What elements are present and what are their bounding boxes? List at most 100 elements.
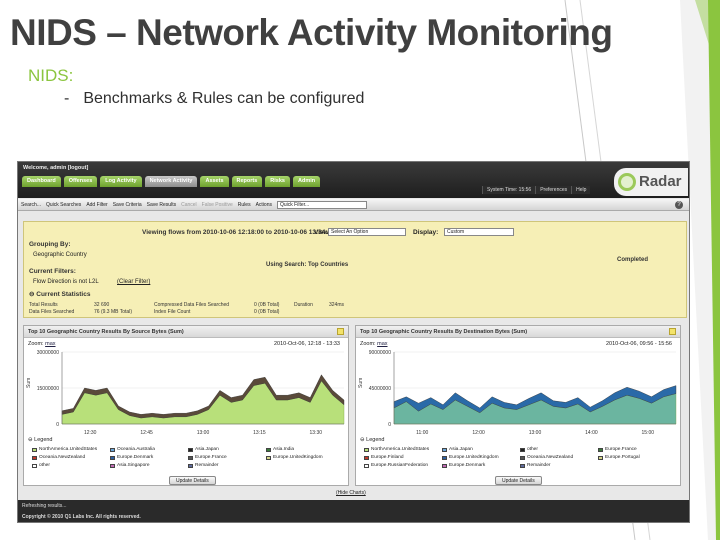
total-results-value: 32 690 (94, 302, 110, 308)
status-text: Refreshing results... (22, 503, 67, 509)
legend-label: Oceania.NewZealand (527, 455, 574, 460)
legend-label: Asia.Japan (449, 447, 473, 452)
status-completed: Completed (617, 257, 649, 263)
zoom-control: Zoom: max (28, 341, 56, 347)
y-tick-label: 30000000 (37, 350, 59, 356)
actions-menu[interactable]: Actions (256, 202, 272, 208)
logo-text: Radar (639, 173, 682, 190)
y-tick-label: 0 (388, 422, 391, 428)
display-select[interactable]: Custom (444, 228, 514, 236)
zoom-link[interactable]: max (45, 341, 55, 347)
tab-admin[interactable]: Admin (292, 176, 321, 187)
welcome-text[interactable]: Welcome, admin [logout] (23, 165, 88, 171)
status-bar: Refreshing results... Copyright © 2010 Q… (18, 500, 689, 522)
y-tick-label: 15000000 (37, 386, 59, 392)
legend-label: NorthAmerica.UnitedStates (371, 447, 430, 452)
tab-assets[interactable]: Assets (200, 176, 229, 187)
legend-item: Europe.UnitedKingdom (442, 455, 499, 460)
chart-time-range: 2010-Oct-06, 12:18 - 13:33 (273, 341, 340, 347)
legend-label: Asia.Japan (195, 447, 219, 452)
legend-label: Asia.India (273, 447, 295, 452)
legend-label: Europe.Denmark (449, 463, 486, 468)
legend-swatch (364, 447, 369, 452)
legend-item: Europe.Finland (364, 455, 404, 460)
rules-menu[interactable]: Rules (238, 202, 251, 208)
save-results-button[interactable]: Save Results (147, 202, 176, 208)
x-tick-label: 12:30 (84, 430, 97, 436)
legend-swatch (110, 463, 115, 468)
compressed-value: 0 (0B Total) (254, 302, 280, 308)
slide: NIDS – Network Activity Monitoring NIDS:… (0, 0, 720, 540)
update-details-button[interactable]: Update Details (169, 476, 216, 485)
legend-item: Asia.Japan (188, 447, 219, 452)
qradar-screenshot: Welcome, admin [logout] Dashboard Offens… (17, 161, 690, 523)
false-positive-button[interactable]: False Positive (202, 202, 233, 208)
zoom-link[interactable]: max (377, 341, 387, 347)
chart-toggle-box[interactable] (337, 328, 344, 335)
cancel-button[interactable]: Cancel (181, 202, 197, 208)
legend-title: ⊖ Legend (360, 437, 385, 443)
tab-reports[interactable]: Reports (231, 176, 263, 187)
search-menu[interactable]: Search... (21, 202, 41, 208)
quick-searches-menu[interactable]: Quick Searches (46, 202, 81, 208)
update-details-button[interactable]: Update Details (495, 476, 542, 485)
clear-filter-link[interactable]: (Clear Filter) (117, 279, 150, 285)
legend-label: Europe.Finland (371, 455, 404, 460)
x-tick-label: 12:45 (140, 430, 153, 436)
tab-log-activity[interactable]: Log Activity (100, 176, 142, 187)
chart-title: Top 10 Geographic Country Results By Des… (356, 326, 680, 338)
grouping-value: Geographic Country (33, 252, 87, 258)
view-select[interactable]: Select An Option (328, 228, 406, 236)
sub-bullet-text: Benchmarks & Rules can be configured (83, 90, 365, 107)
current-statistics-label[interactable]: ⊖ Current Statistics (29, 290, 90, 298)
help-link[interactable]: Help (571, 186, 590, 194)
legend-item: Asia.Japan (442, 447, 473, 452)
search-summary-panel: Viewing flows from 2010-10-06 12:18:00 t… (23, 221, 687, 318)
legend-title-text: Legend (34, 437, 53, 443)
chart-plot: 90000000 45000000 0 Sum 11:00 12:00 13:00 14:00… (358, 350, 677, 436)
legend-item: Europe.UnitedKingdom (266, 455, 323, 460)
using-search: Using Search: Top Countries (266, 262, 349, 268)
legend-swatch (188, 455, 193, 460)
y-tick-label: 0 (56, 422, 59, 428)
total-results-label: Total Results (29, 302, 58, 308)
legend-label: Europe.France (195, 455, 227, 460)
duration-value: 324ms (329, 302, 345, 308)
legend-item: Europe.Denmark (442, 463, 485, 468)
save-criteria-button[interactable]: Save Criteria (113, 202, 142, 208)
x-tick-label: 15:00 (642, 430, 655, 436)
preferences-link[interactable]: Preferences (535, 186, 571, 194)
legend-swatch (520, 463, 525, 468)
legend-item: Asia.India (266, 447, 294, 452)
legend-label: Oceania.Australia (117, 447, 155, 452)
legend-swatch (598, 447, 603, 452)
legend-swatch (598, 455, 603, 460)
legend-swatch (442, 463, 447, 468)
chart-toggle-box[interactable] (669, 328, 676, 335)
slide-title: NIDS – Network Activity Monitoring (10, 12, 613, 53)
legend-swatch (442, 455, 447, 460)
tab-network-activity[interactable]: Network Activity (144, 176, 198, 187)
compressed-label: Compressed Data Files Searched (154, 302, 230, 308)
legend-label: Europe.France (605, 447, 637, 452)
tab-offenses[interactable]: Offenses (63, 176, 98, 187)
help-icon[interactable]: ? (675, 201, 683, 209)
x-tick-label: 14:00 (585, 430, 598, 436)
legend-swatch (364, 463, 369, 468)
index-file-value: 0 (0B Total) (254, 309, 280, 315)
hide-charts-link[interactable]: (Hide Charts) (336, 490, 366, 496)
tab-dashboard[interactable]: Dashboard (22, 176, 61, 187)
y-axis-label: Sum (358, 378, 364, 388)
data-files-value: 76 (9.3 MB Total) (94, 309, 132, 315)
x-tick-label: 11:00 (416, 430, 428, 436)
system-bar: System Time: 15:56 Preferences Help (482, 186, 591, 194)
legend-item: NorthAmerica.UnitedStates (32, 447, 97, 452)
legend-title-text: Legend (366, 437, 385, 443)
legend-swatch (188, 447, 193, 452)
chart-plot: 30000000 15000000 0 Sum 12:30 12:45 13:00 13:15… (26, 350, 345, 436)
quick-filter-input[interactable]: Quick Filter... (277, 200, 367, 209)
tab-risks[interactable]: Risks (265, 176, 290, 187)
legend-swatch (188, 463, 193, 468)
copyright: Copyright © 2010 Q1 Labs Inc. All rights… (22, 514, 141, 520)
add-filter-button[interactable]: Add Filter (86, 202, 107, 208)
